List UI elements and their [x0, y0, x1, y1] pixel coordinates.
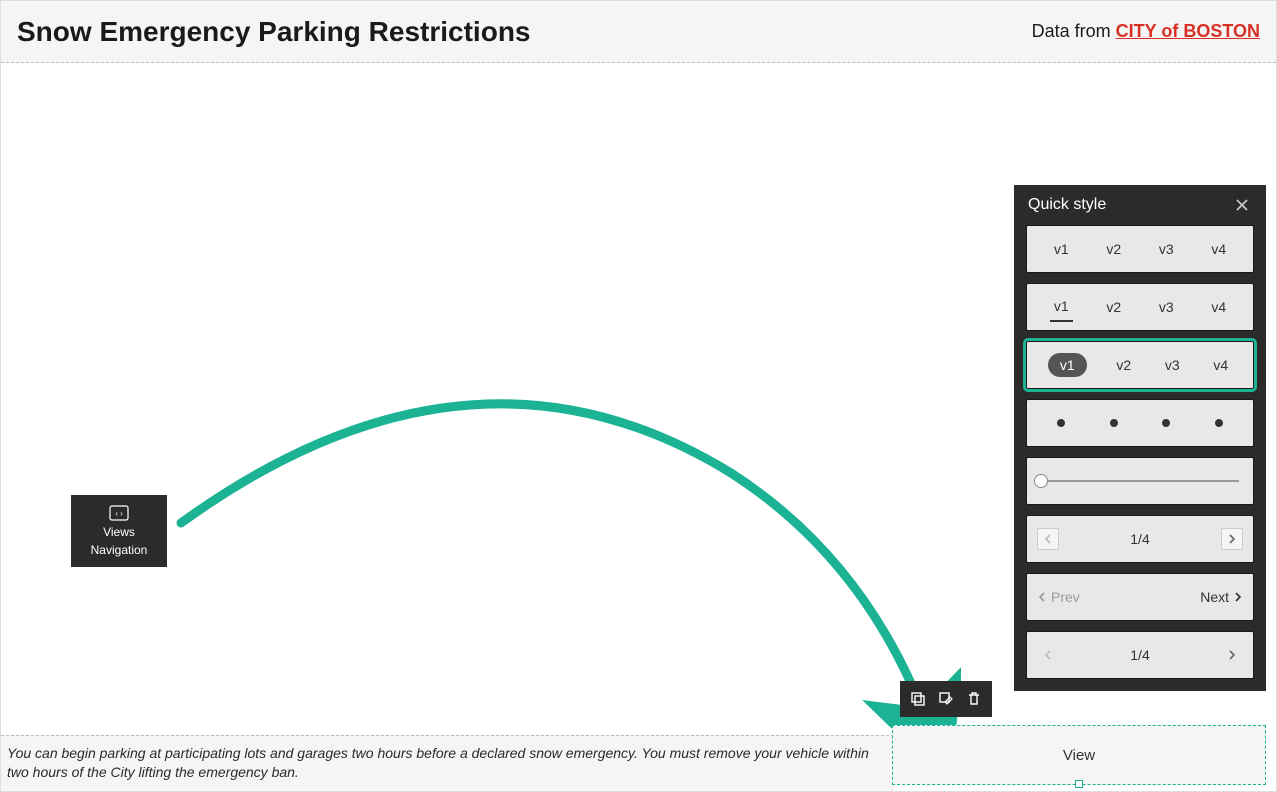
- credit-prefix: Data from: [1032, 21, 1116, 41]
- views-nav-label-1: Views: [103, 525, 135, 539]
- style-option-tabs-plain[interactable]: v1 v2 v3 v4: [1026, 225, 1254, 273]
- svg-text:‹ ›: ‹ ›: [115, 509, 123, 518]
- tab-label: v4: [1207, 293, 1230, 321]
- quick-style-header: Quick style: [1014, 185, 1266, 225]
- chevron-left-icon: [1037, 592, 1047, 602]
- chevron-right-icon: [1233, 592, 1243, 602]
- annotation-arrow: [171, 373, 961, 763]
- prev-label: Prev: [1051, 589, 1080, 605]
- view-widget-label: View: [1063, 747, 1095, 764]
- tab-label: v2: [1102, 235, 1125, 263]
- dot-icon: [1215, 419, 1223, 427]
- chevron-left-icon: [1043, 650, 1053, 660]
- dot-icon: [1162, 419, 1170, 427]
- style-option-tabs-underline[interactable]: v1 v2 v3 v4: [1026, 283, 1254, 331]
- next-button[interactable]: Next: [1200, 589, 1243, 605]
- chevron-right-icon: [1227, 650, 1237, 660]
- dot-icon: [1110, 419, 1118, 427]
- page-title: Snow Emergency Parking Restrictions: [17, 16, 531, 48]
- prev-button[interactable]: Prev: [1037, 589, 1080, 605]
- tab-label: v3: [1155, 235, 1178, 263]
- style-option-slider[interactable]: [1026, 457, 1254, 505]
- views-navigation-icon: ‹ ›: [109, 505, 129, 521]
- tab-label: v3: [1161, 351, 1184, 379]
- close-icon: [1235, 198, 1249, 212]
- tab-label: v4: [1207, 235, 1230, 263]
- edit-button[interactable]: [934, 687, 958, 711]
- tab-label: v1: [1050, 235, 1073, 263]
- tab-label: v1: [1048, 353, 1087, 377]
- chevron-left-icon: [1043, 534, 1053, 544]
- tab-label: v1: [1050, 292, 1073, 322]
- quick-style-body: v1 v2 v3 v4 v1 v2 v3 v4 v1 v2 v3 v4: [1014, 225, 1266, 691]
- slider-thumb[interactable]: [1034, 474, 1048, 488]
- app-header: Snow Emergency Parking Restrictions Data…: [1, 1, 1276, 63]
- prev-page-button[interactable]: [1037, 528, 1059, 550]
- next-page-button[interactable]: [1221, 528, 1243, 550]
- tab-label: v3: [1155, 293, 1178, 321]
- duplicate-button[interactable]: [906, 687, 930, 711]
- footer-note: You can begin parking at participating l…: [1, 735, 894, 791]
- slider-track: [1041, 480, 1239, 482]
- data-credits: Data from CITY of BOSTON: [1032, 21, 1260, 42]
- style-option-dots[interactable]: [1026, 399, 1254, 447]
- view-widget-selected[interactable]: View: [892, 725, 1266, 785]
- next-label: Next: [1200, 589, 1229, 605]
- close-button[interactable]: [1232, 195, 1252, 215]
- quick-style-panel: Quick style v1 v2 v3 v4 v1 v2 v3 v4 v1 v…: [1014, 185, 1266, 691]
- tab-label: v2: [1112, 351, 1135, 379]
- style-option-pager-boxed[interactable]: 1/4: [1026, 515, 1254, 563]
- resize-handle[interactable]: [1075, 780, 1083, 788]
- prev-page-button[interactable]: [1037, 644, 1059, 666]
- duplicate-icon: [910, 691, 926, 707]
- pager-label: 1/4: [1130, 531, 1149, 547]
- pager-label: 1/4: [1130, 647, 1149, 663]
- edit-icon: [938, 691, 954, 707]
- style-option-prev-next[interactable]: Prev Next: [1026, 573, 1254, 621]
- style-option-pager-plain[interactable]: 1/4: [1026, 631, 1254, 679]
- views-navigation-widget[interactable]: ‹ › Views Navigation: [71, 495, 167, 567]
- views-nav-label-2: Navigation: [91, 543, 148, 557]
- style-option-tabs-pill[interactable]: v1 v2 v3 v4: [1026, 341, 1254, 389]
- dot-icon: [1057, 419, 1065, 427]
- tab-label: v4: [1209, 351, 1232, 379]
- credit-link[interactable]: CITY of BOSTON: [1116, 21, 1260, 41]
- next-page-button[interactable]: [1221, 644, 1243, 666]
- footer-text: You can begin parking at participating l…: [7, 745, 869, 781]
- delete-button[interactable]: [962, 687, 986, 711]
- tab-label: v2: [1102, 293, 1125, 321]
- quick-style-title: Quick style: [1028, 196, 1106, 214]
- chevron-right-icon: [1227, 534, 1237, 544]
- trash-icon: [966, 691, 982, 707]
- element-toolbar: [900, 681, 992, 717]
